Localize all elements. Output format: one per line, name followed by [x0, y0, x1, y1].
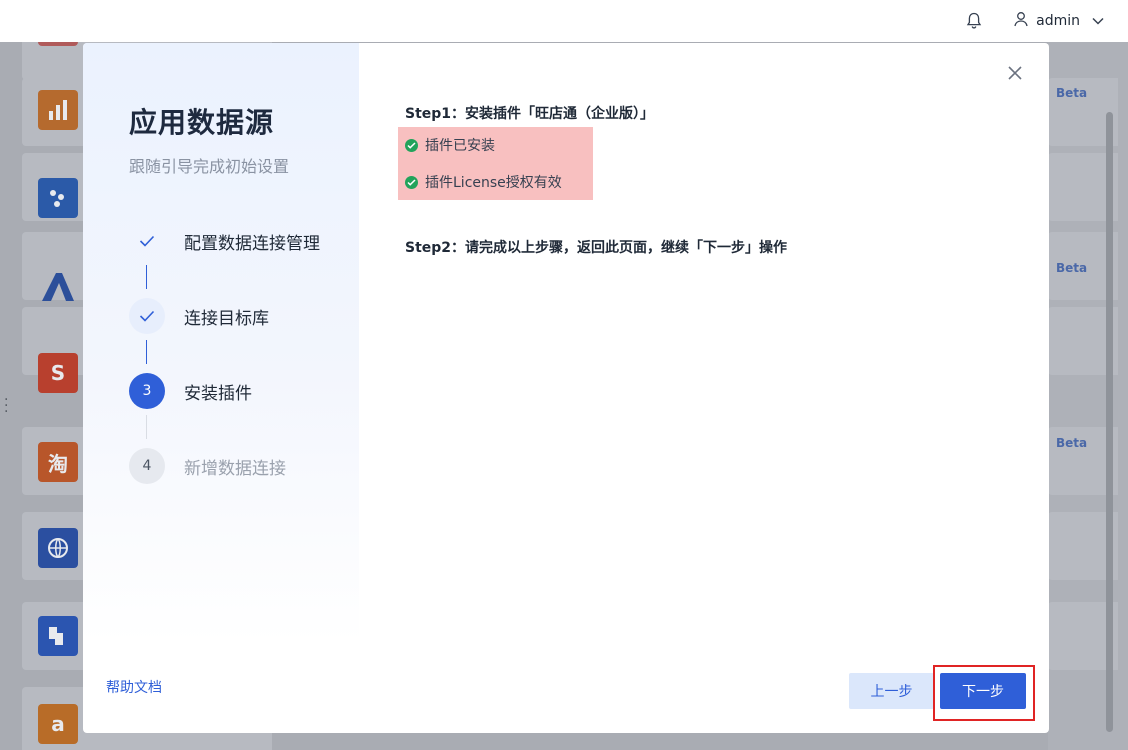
step-connector [146, 265, 147, 289]
page-scrollbar[interactable] [1106, 112, 1113, 732]
shopee-logo-icon: S [38, 353, 78, 393]
success-check-icon [405, 138, 418, 152]
step-label: 配置数据连接管理 [184, 233, 320, 254]
check-icon [129, 298, 165, 334]
step-connector [146, 340, 147, 364]
step-label: 新增数据连接 [184, 458, 286, 479]
step-content: Step1：安装插件「旺店通（企业版）」 插件已安装 插件License授权有效… [398, 103, 787, 256]
beta-badge: Beta [1056, 86, 1088, 100]
check-plugin-installed: 插件已安装 [405, 135, 495, 155]
wizard-step-2: 连接目标库 [129, 298, 269, 334]
wizard-step-1: 配置数据连接管理 [129, 223, 320, 259]
step2-instructions: Step2：请完成以上步骤，返回此页面，继续「下一步」操作 [405, 240, 788, 256]
dots-logo-icon [38, 178, 78, 218]
step-number: 3 [129, 373, 165, 409]
check-license-valid: 插件License授权有效 [405, 172, 562, 192]
help-docs-link[interactable]: 帮助文档 [106, 677, 162, 697]
check-icon [129, 223, 165, 259]
next-step-button[interactable]: 下一步 [940, 673, 1026, 709]
grid-logo-icon [38, 616, 78, 656]
step-label: 安装插件 [184, 383, 252, 404]
chart-logo-icon [38, 90, 78, 130]
chevron-down-icon [1092, 13, 1104, 29]
step-connector [146, 415, 147, 439]
username: admin [1036, 13, 1080, 29]
step1-title: Step1：安装插件「旺店通（企业版）」 [405, 106, 655, 122]
beta-badge: Beta [1056, 261, 1088, 275]
step-label: 连接目标库 [184, 308, 269, 329]
top-bar: admin [0, 0, 1128, 42]
user-menu[interactable]: admin [1014, 11, 1104, 31]
bell-icon[interactable] [964, 11, 984, 31]
close-icon[interactable] [1005, 63, 1025, 83]
globe-logo-icon [38, 528, 78, 568]
previous-step-button[interactable]: 上一步 [849, 673, 934, 709]
modal-subtitle: 跟随引导完成初始设置 [129, 157, 290, 176]
background-right-column [1048, 42, 1128, 750]
success-check-icon [405, 175, 418, 189]
logo-partial [38, 42, 78, 46]
setup-wizard-modal: 应用数据源 跟随引导完成初始设置 配置数据连接管理 连接目标库 3 安装插件 4… [83, 43, 1049, 733]
wizard-step-4: 4 新增数据连接 [129, 448, 286, 484]
drag-handle-icon[interactable]: · · · [4, 393, 8, 419]
user-icon [1014, 11, 1028, 31]
modal-title: 应用数据源 [129, 106, 275, 139]
taobao-logo-icon: 淘 [38, 442, 78, 482]
wizard-step-3: 3 安装插件 [129, 373, 252, 409]
amazon-logo-icon: a [38, 704, 78, 744]
beta-badge: Beta [1056, 436, 1088, 450]
step-number: 4 [129, 448, 165, 484]
a-logo-icon [38, 266, 78, 306]
